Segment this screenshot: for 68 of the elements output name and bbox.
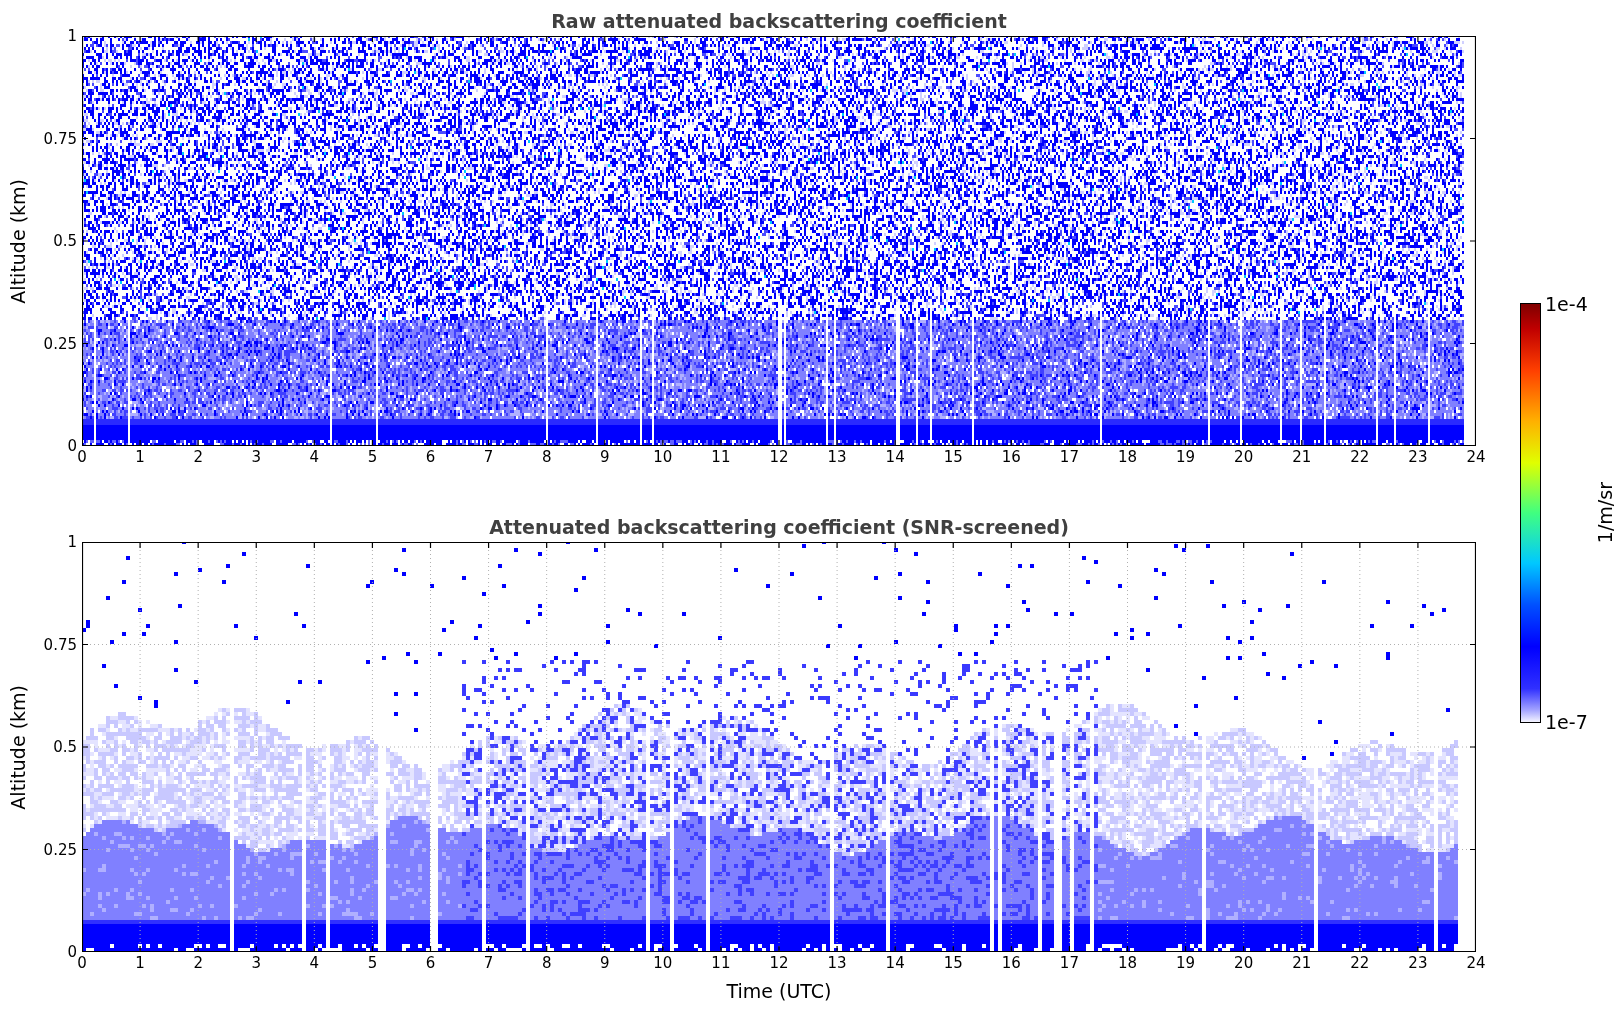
- x-tick-label: 24: [1466, 955, 1486, 972]
- chart-title: Attenuated backscattering coefficient (SNR-screened): [489, 516, 1069, 538]
- x-axis-label: Time (UTC): [726, 980, 832, 1002]
- x-tick-label: 16: [1001, 449, 1021, 466]
- x-tick-label: 0: [77, 955, 87, 972]
- x-tick-label: 17: [1059, 955, 1079, 972]
- y-axis-label: Altitude (km): [7, 178, 29, 304]
- y-tick-label: 0: [67, 437, 77, 455]
- x-tick-label: 10: [653, 955, 673, 972]
- y-tick-label: 0.25: [43, 335, 77, 352]
- x-tick-label: 17: [1059, 449, 1079, 466]
- x-tick-label: 10: [653, 449, 673, 466]
- x-tick-label: 4: [309, 955, 320, 972]
- y-axis-label: Altitude (km): [7, 684, 29, 810]
- x-tick-label: 6: [425, 955, 436, 972]
- y-tick-label: 0.5: [53, 738, 77, 756]
- x-tick-label: 8: [541, 955, 552, 972]
- colorbar-label: 1/m/sr: [1594, 482, 1616, 544]
- x-tick-label: 8: [541, 449, 552, 466]
- colorbar-max-label: 1e-4: [1545, 294, 1589, 314]
- x-tick-label: 21: [1292, 449, 1312, 466]
- x-tick-label: 4: [309, 449, 320, 466]
- x-tick-label: 5: [367, 449, 378, 466]
- x-tick-label: 1: [135, 955, 145, 972]
- x-tick-label: 7: [483, 955, 494, 972]
- x-tick-label: 13: [827, 449, 847, 466]
- colorbar-min-label: 1e-7: [1545, 712, 1589, 732]
- x-tick-label: 3: [251, 955, 261, 972]
- x-tick-label: 5: [367, 955, 378, 972]
- x-tick-label: 18: [1117, 955, 1138, 972]
- x-tick-label: 0: [77, 449, 87, 466]
- x-tick-label: 9: [600, 955, 610, 972]
- y-tick-label: 0: [67, 943, 77, 961]
- x-tick-label: 7: [483, 449, 494, 466]
- x-tick-label: 2: [193, 449, 203, 466]
- x-tick-label: 19: [1176, 449, 1196, 466]
- x-tick-label: 14: [885, 955, 905, 972]
- x-tick-label: 22: [1350, 955, 1370, 972]
- x-tick-label: 12: [769, 449, 789, 466]
- x-tick-label: 18: [1117, 449, 1138, 466]
- y-tick-label: 1: [67, 27, 77, 45]
- x-tick-label: 23: [1408, 955, 1428, 972]
- x-tick-label: 21: [1292, 955, 1312, 972]
- x-tick-label: 11: [711, 955, 731, 972]
- x-tick-label: 19: [1176, 955, 1196, 972]
- x-tick-label: 20: [1234, 449, 1254, 466]
- x-tick-label: 20: [1234, 955, 1254, 972]
- y-tick-label: 1: [67, 533, 77, 551]
- x-tick-label: 23: [1408, 449, 1428, 466]
- x-tick-label: 1: [135, 449, 145, 466]
- x-tick-label: 11: [711, 449, 731, 466]
- y-tick-label: 0.75: [43, 130, 77, 147]
- x-tick-label: 15: [943, 955, 963, 972]
- x-tick-label: 12: [769, 955, 789, 972]
- y-tick-label: 0.25: [43, 841, 77, 858]
- x-tick-label: 2: [193, 955, 203, 972]
- x-tick-label: 22: [1350, 449, 1370, 466]
- x-tick-label: 6: [425, 449, 436, 466]
- x-tick-label: 9: [600, 449, 610, 466]
- chart-title: Raw attenuated backscattering coefficient: [551, 10, 1007, 32]
- x-tick-label: 16: [1001, 955, 1021, 972]
- x-tick-label: 15: [943, 449, 963, 466]
- x-tick-label: 3: [251, 449, 261, 466]
- y-tick-label: 0.5: [53, 232, 77, 250]
- x-tick-label: 13: [827, 955, 847, 972]
- x-tick-label: 24: [1466, 449, 1486, 466]
- y-tick-label: 0.75: [43, 636, 77, 653]
- x-tick-label: 14: [885, 449, 905, 466]
